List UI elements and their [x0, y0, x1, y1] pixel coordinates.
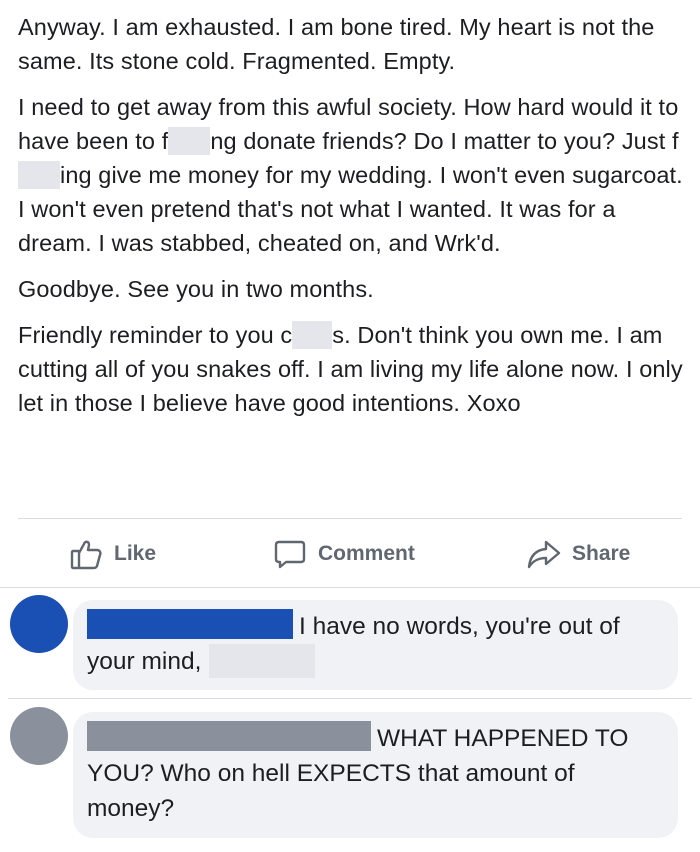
- post-actions: Like Comment Share: [0, 528, 700, 580]
- censor-block: [18, 161, 60, 189]
- avatar[interactable]: [10, 595, 68, 653]
- commenter-name-redacted[interactable]: [87, 721, 371, 751]
- post-text: Anyway. I am exhausted. I am bone tired.…: [18, 14, 655, 74]
- comment-divider: [8, 698, 692, 699]
- censor-block: [209, 644, 316, 678]
- post-text: ing give me money for my wedding. I won'…: [18, 162, 683, 256]
- post-paragraph-2: I need to get away from this awful socie…: [18, 90, 684, 260]
- comment-item: I have no words, you're out of your mind…: [0, 588, 700, 698]
- share-label: Share: [572, 542, 631, 565]
- post: Anyway. I am exhausted. I am bone tired.…: [0, 0, 700, 588]
- thumbs-up-icon: [68, 536, 104, 572]
- share-arrow-icon: [526, 536, 562, 572]
- comment-label: Comment: [318, 542, 415, 565]
- post-paragraph-4: Friendly reminder to you c s. Don't think…: [18, 318, 684, 420]
- comment-bubble: I have no words, you're out of your mind…: [73, 600, 678, 690]
- censor-block: [292, 321, 333, 349]
- comment-item: WHAT HAPPENED TO YOU? Who on hell EXPECT…: [0, 700, 700, 850]
- like-button[interactable]: Like: [68, 528, 156, 580]
- comment-bubble: WHAT HAPPENED TO YOU? Who on hell EXPECT…: [73, 712, 678, 838]
- post-text: ng donate friends? Do I matter to you? J…: [210, 128, 679, 154]
- action-divider: [18, 518, 682, 519]
- post-paragraph-1: Anyway. I am exhausted. I am bone tired.…: [18, 10, 684, 78]
- speech-bubble-icon: [272, 536, 308, 572]
- comment-button[interactable]: Comment: [272, 528, 415, 580]
- post-text: Goodbye. See you in two months.: [18, 276, 374, 302]
- commenter-name-redacted[interactable]: [87, 609, 293, 639]
- like-label: Like: [114, 542, 157, 565]
- avatar[interactable]: [10, 707, 68, 765]
- post-body: Anyway. I am exhausted. I am bone tired.…: [18, 10, 684, 432]
- censor-block: [168, 127, 211, 155]
- share-button[interactable]: Share: [526, 528, 630, 580]
- post-paragraph-3: Goodbye. See you in two months.: [18, 272, 684, 306]
- post-text: Friendly reminder to you c: [18, 322, 293, 348]
